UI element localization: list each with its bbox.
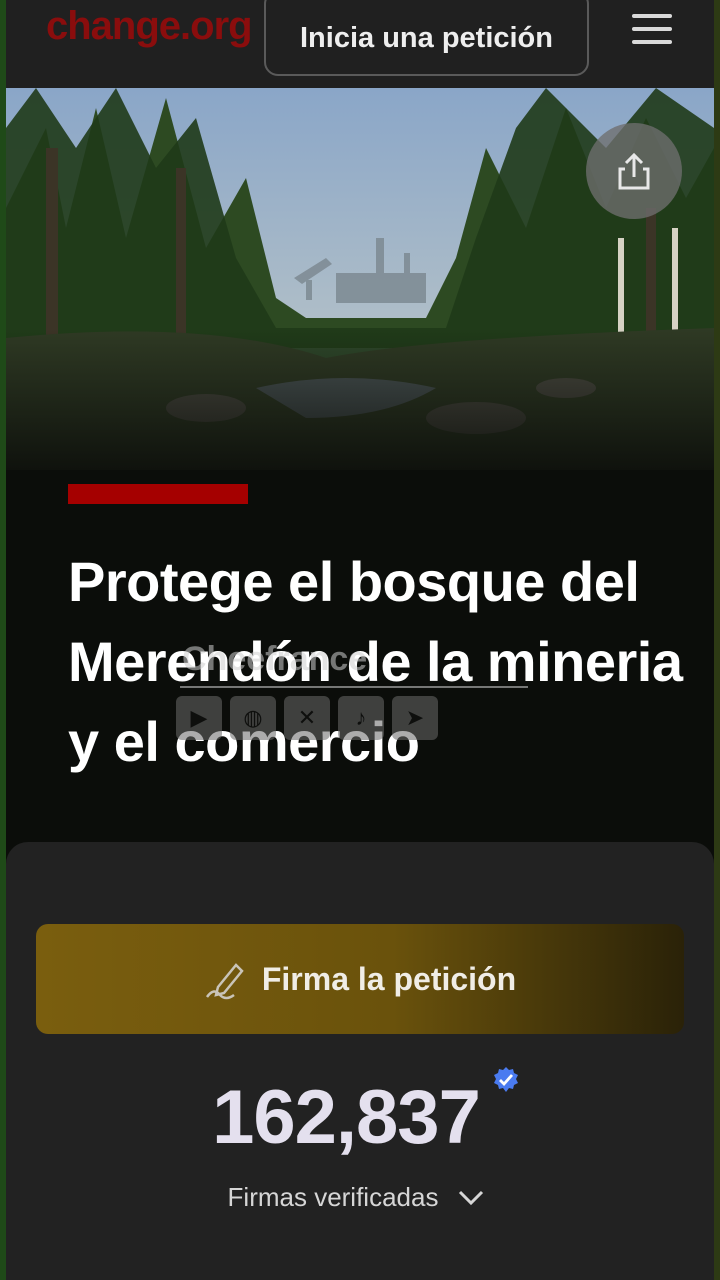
right-frame-edge	[714, 0, 720, 1280]
signature-count: 162,837	[212, 1075, 481, 1160]
pen-signature-icon	[205, 963, 244, 1000]
signature-card: Firma la petición 162,837 Firmas verific…	[6, 842, 714, 1280]
sign-petition-button[interactable]: Firma la petición	[36, 924, 684, 1034]
change-org-logo[interactable]: change.org	[46, 4, 253, 49]
verified-signatures-toggle[interactable]: Firmas verificadas	[6, 1182, 706, 1213]
chevron-down-icon	[459, 1190, 484, 1205]
tiktok-icon: ♪	[338, 696, 384, 740]
youtube-icon: ▶	[176, 696, 222, 740]
video-watermark: Cheefrance ▶ ◍ ✕ ♪ ➤	[176, 640, 536, 750]
hamburger-menu-icon[interactable]	[632, 14, 672, 44]
verified-badge-icon	[494, 1067, 518, 1092]
top-navigation-bar: change.org Inicia una petición	[6, 0, 714, 88]
accent-bar	[68, 484, 248, 504]
telegram-icon: ➤	[392, 696, 438, 740]
share-icon	[618, 152, 650, 190]
x-icon: ✕	[284, 696, 330, 740]
petition-hero-image	[6, 88, 714, 488]
watermark-name: Cheefrance	[182, 640, 368, 678]
sign-petition-label: Firma la petición	[261, 960, 517, 997]
watermark-underline	[180, 686, 528, 688]
verified-signatures-label: Firmas verificadas	[227, 1182, 439, 1212]
start-petition-button[interactable]: Inicia una petición	[264, 0, 589, 76]
globe-icon: ◍	[230, 696, 276, 740]
share-button[interactable]	[586, 123, 682, 219]
